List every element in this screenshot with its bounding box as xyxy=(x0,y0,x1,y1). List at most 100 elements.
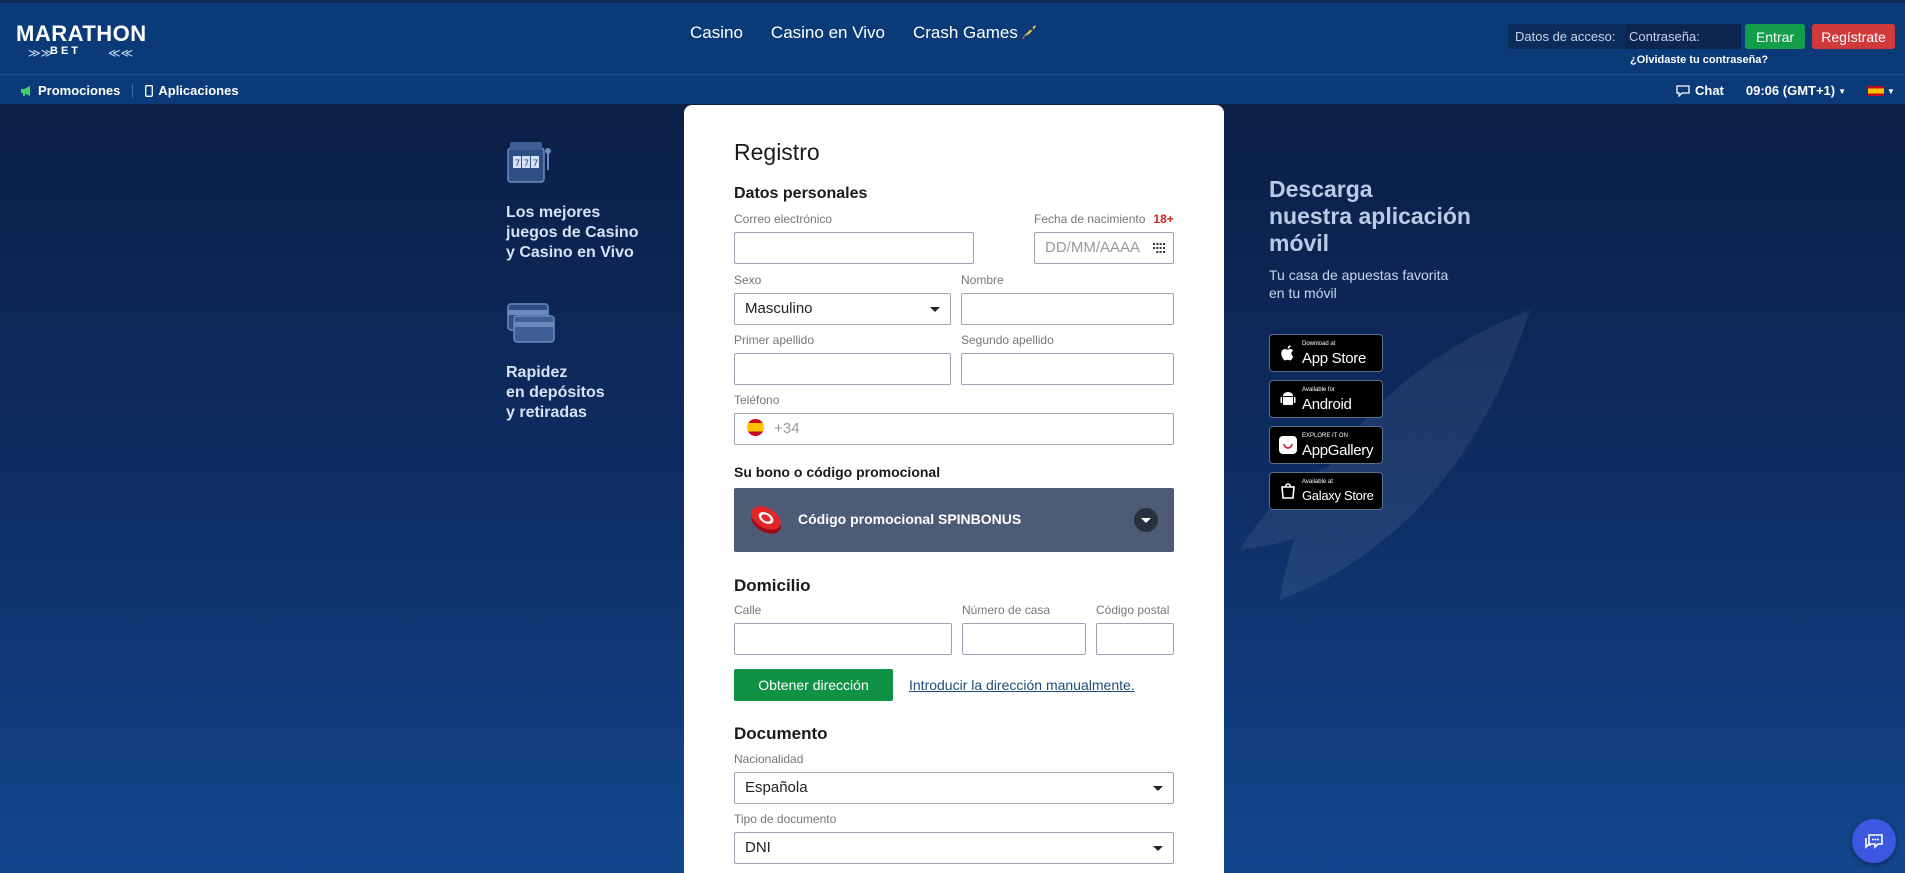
nav-crash-games[interactable]: Crash Games xyxy=(913,23,1038,43)
birth-date-input[interactable]: DD/MM/AAAA xyxy=(1034,232,1174,264)
login-box: Datos de acceso: Contraseña: xyxy=(1508,24,1741,49)
svg-text:7: 7 xyxy=(515,159,521,169)
calle-input[interactable] xyxy=(734,623,952,655)
app-store-big-text: App Store xyxy=(1302,350,1367,367)
casino-chip-icon xyxy=(751,506,781,534)
nacionalidad-label: Nacionalidad xyxy=(734,752,804,766)
marathon-bet-logo[interactable]: MARATHON ≫≫ BET ≪≪ xyxy=(16,21,148,61)
sub-header: Promociones Aplicaciones Chat 09:06 (GMT… xyxy=(0,74,1905,104)
chevron-down-icon: ▼ xyxy=(1838,87,1847,96)
aplicaciones-label: Aplicaciones xyxy=(158,83,239,98)
promo-expand-toggle[interactable] xyxy=(1134,508,1158,532)
tipo-doc-value: DNI xyxy=(745,839,771,856)
language-selector[interactable]: ▼ xyxy=(1868,83,1895,98)
apellido2-label: Segundo apellido xyxy=(961,333,1054,347)
promociones-link[interactable]: Promociones xyxy=(20,83,120,98)
svg-text:7: 7 xyxy=(524,159,530,169)
birth-label-text: Fecha de nacimiento xyxy=(1034,212,1146,226)
android-small-text: Available for xyxy=(1302,387,1335,393)
chat-link[interactable]: Chat xyxy=(1676,83,1724,98)
logo-sub-text: BET xyxy=(50,45,81,57)
chat-icon xyxy=(1676,85,1690,97)
laurel-right-icon: ≪≪ xyxy=(108,46,134,60)
birth-label: Fecha de nacimiento 18+ xyxy=(1034,212,1174,226)
email-label: Correo electrónico xyxy=(734,212,833,226)
tipo-doc-select[interactable]: DNI xyxy=(734,832,1174,864)
sexo-value: Masculino xyxy=(745,300,813,317)
apellido2-input[interactable] xyxy=(961,353,1174,385)
feature-casino-line1: Los mejores xyxy=(506,204,601,221)
feature-casino-line2: juegos de Casino xyxy=(506,224,639,241)
promo-code-panel[interactable]: Código promocional SPINBONUS xyxy=(734,488,1174,552)
nav-casino-en-vivo[interactable]: Casino en Vivo xyxy=(771,23,885,43)
personal-data-title: Datos personales xyxy=(734,185,868,202)
numero-input[interactable] xyxy=(962,623,1086,655)
nombre-input[interactable] xyxy=(961,293,1174,325)
email-input[interactable] xyxy=(734,232,974,264)
numero-label: Número de casa xyxy=(962,603,1051,617)
telefono-input[interactable]: +34 xyxy=(734,413,1174,445)
promo-code-text: Código promocional SPINBONUS xyxy=(798,511,1022,527)
chevron-down-icon xyxy=(1153,786,1163,791)
apellido1-input[interactable] xyxy=(734,353,951,385)
top-header: MARATHON ≫≫ BET ≪≪ Casino Casino en Vivo… xyxy=(0,0,1905,74)
telefono-label: Teléfono xyxy=(734,393,780,407)
aplicaciones-link[interactable]: Aplicaciones xyxy=(145,83,239,98)
manual-address-link[interactable]: Introducir la dirección manualmente. xyxy=(909,677,1135,693)
obtener-direccion-button[interactable]: Obtener dirección xyxy=(734,669,893,701)
galaxy-small-text: Available at xyxy=(1302,479,1333,485)
main-nav: Casino Casino en Vivo Crash Games xyxy=(690,23,1038,43)
domicilio-title: Domicilio xyxy=(734,576,811,595)
nav-crash-games-label: Crash Games xyxy=(912,23,1018,42)
megaphone-icon xyxy=(21,86,30,96)
cards-icon xyxy=(507,303,555,343)
app-promo-subtitle-line1: Tu casa de apuestas favorita xyxy=(1269,267,1449,283)
sexo-select[interactable]: Masculino xyxy=(734,293,951,325)
app-promo-title-line3: móvil xyxy=(1269,230,1330,256)
chevron-down-icon xyxy=(930,307,940,312)
android-badge[interactable]: Available for Android xyxy=(1269,380,1383,418)
time-label: 09:06 (GMT+1) xyxy=(1745,83,1836,98)
feature-casino: 7 7 7 Los mejores juegos de Casino y Cas… xyxy=(506,140,638,263)
age-badge: 18+ xyxy=(1153,212,1174,226)
app-promo-subtitle: Tu casa de apuestas favorita en tu móvil xyxy=(1269,266,1448,302)
apellido1-label: Primer apellido xyxy=(734,333,815,347)
app-promo-title-line2: nuestra aplicación xyxy=(1269,203,1471,229)
app-promo-title: Descarga nuestra aplicación móvil xyxy=(1269,176,1471,257)
postal-input[interactable] xyxy=(1096,623,1174,655)
nacionalidad-select[interactable]: Española xyxy=(734,772,1174,804)
feature-casino-line3: y Casino en Vivo xyxy=(506,244,634,261)
bono-title: Su bono o código promocional xyxy=(734,464,941,480)
appgallery-badge[interactable]: EXPLORE IT ON AppGallery xyxy=(1269,426,1383,464)
apple-icon xyxy=(1281,345,1294,361)
app-promo-title-line1: Descarga xyxy=(1269,176,1373,202)
tipo-doc-label: Tipo de documento xyxy=(734,812,837,826)
appgallery-big-text: AppGallery xyxy=(1302,442,1374,459)
app-store-badge[interactable]: Download at App Store xyxy=(1269,334,1383,372)
time-selector[interactable]: 09:06 (GMT+1) ▼ xyxy=(1746,83,1846,98)
feature-deposits: Rapidez en depósitos y retiradas xyxy=(506,302,605,423)
divider xyxy=(132,83,134,98)
forgot-password-link[interactable]: ¿Olvidaste tu contraseña? xyxy=(1630,54,1768,66)
login-label: Datos de acceso: xyxy=(1515,29,1616,44)
galaxy-store-icon xyxy=(1281,483,1295,499)
chat-fab-button[interactable] xyxy=(1852,819,1896,863)
app-promo-subtitle-line2: en tu móvil xyxy=(1269,285,1337,301)
spain-flag-icon[interactable] xyxy=(747,419,764,436)
nav-casino[interactable]: Casino xyxy=(690,23,743,43)
documento-title: Documento xyxy=(734,724,828,743)
nacionalidad-value: Española xyxy=(745,779,808,796)
sexo-label: Sexo xyxy=(734,273,762,287)
android-big-text: Android xyxy=(1302,396,1352,413)
calendar-icon[interactable] xyxy=(1153,243,1165,253)
registrate-button[interactable]: Regístrate xyxy=(1812,24,1895,49)
password-input[interactable]: Contraseña: xyxy=(1625,24,1741,49)
feature-deposits-line2: en depósitos xyxy=(506,384,605,401)
promociones-label: Promociones xyxy=(38,83,121,98)
galaxy-store-badge[interactable]: Available at Galaxy Store xyxy=(1269,472,1383,510)
appgallery-small-text: EXPLORE IT ON xyxy=(1302,433,1348,439)
postal-label: Código postal xyxy=(1096,603,1170,617)
registration-form: Registro Datos personales Correo electró… xyxy=(684,105,1224,873)
birth-date-placeholder: DD/MM/AAAA xyxy=(1045,239,1141,256)
entrar-button[interactable]: Entrar xyxy=(1745,24,1805,49)
